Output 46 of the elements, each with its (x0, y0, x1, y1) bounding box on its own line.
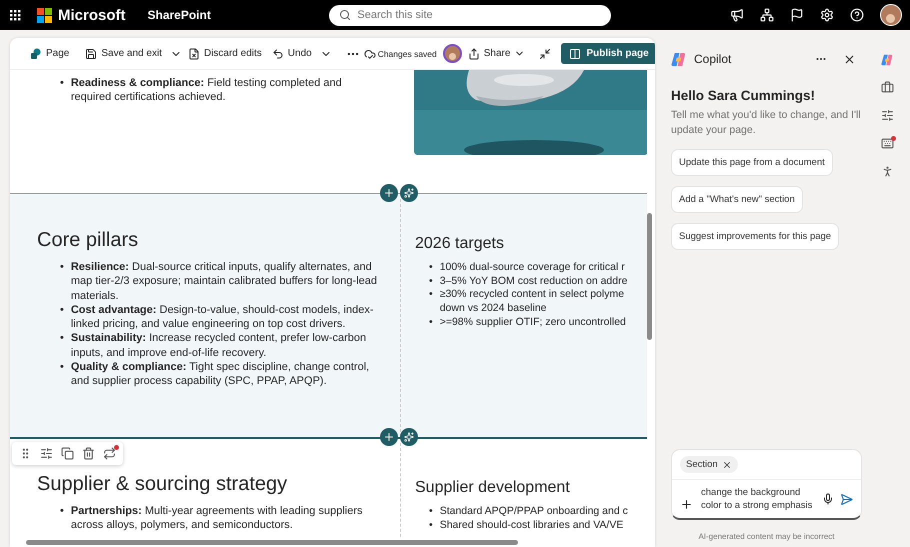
bullet-marker: • (429, 261, 433, 275)
bullet-marker: • (60, 331, 64, 346)
bullet-marker: • (429, 505, 433, 519)
suggestion-button[interactable]: Add a "What's new" section (671, 186, 803, 214)
greeting: Hello Sara Cummings! (671, 88, 816, 103)
bullet-text: Quality & compliance: Tight spec discipline, change control, and supplier process capability (SPC, PPAP, APQP). (70, 360, 370, 389)
panel-title: Copilot (694, 52, 732, 66)
bullet-marker: • (60, 76, 64, 91)
bullet-marker: • (60, 302, 64, 318)
bullet-text: Sustainability: Increase recycled content, prefer low-carbon inputs, and improve end-of-life recovery. (70, 331, 368, 360)
context-chip[interactable]: Section (680, 456, 738, 473)
page-button[interactable]: Page (26, 44, 74, 62)
bullet-text: ≥30% recycled content in select polyme down vs 2024 baseline (440, 288, 624, 316)
bullet-marker: • (60, 260, 64, 275)
save-button[interactable]: Save and exit (81, 44, 166, 62)
bullet-marker: • (429, 274, 433, 288)
share-button[interactable]: Share (464, 44, 530, 62)
search-field[interactable]: Search this site (329, 4, 612, 26)
bullet-marker: • (60, 360, 64, 376)
bullet-text: 100% dual-source coverage for critical r (440, 261, 625, 275)
app-name[interactable]: SharePoint (148, 8, 211, 22)
disclaimer: AI-generated content may be incorrect (697, 531, 836, 543)
bullet-text: Shared should-cost libraries and VA/VE (440, 518, 624, 532)
bullet-text: Resilience: Dual-source critical inputs, qualify alternates, and map tier-2/3 exposure; maintain calibrated buffers for long-lead materials. (70, 260, 378, 303)
bullet-text: Partnerships: Multi-year agreements with leading suppliers across alloys, polymers, and semiconductors. (70, 504, 364, 533)
section-heading: Supplier & sourcing strategy (37, 473, 288, 496)
bullet-text: Readiness & compliance: Field testing completed and required certifications achieved. (70, 76, 343, 105)
bullet-marker: • (429, 316, 433, 330)
section-heading: 2026 targets (415, 235, 505, 253)
suggestion-button[interactable]: Update this page from a document (671, 149, 833, 176)
brand-name: Microsoft (58, 6, 126, 24)
bullet-marker: • (429, 518, 433, 532)
bullet-text: >=98% supplier OTIF; zero uncontrolled (440, 316, 626, 330)
save-status: Changes saved (378, 48, 437, 58)
section-heading: Core pillars (37, 229, 140, 252)
publish-button[interactable]: Publish page (561, 43, 655, 64)
bullet-text: 3–5% YoY BOM cost reduction on addre (440, 274, 628, 288)
bullet-text: Standard APQP/PPAP onboarding and c (440, 505, 628, 519)
suggestion-button[interactable]: Suggest improvements for this page (671, 223, 840, 250)
bullet-marker: • (60, 504, 64, 519)
discard-button[interactable]: Discard edits (184, 44, 266, 62)
bullet-marker: • (429, 288, 433, 302)
bullet-text: Cost advantage: Design-to-value, should-cost models, index-linked pricing, and value engineering on top cost drivers. (70, 302, 374, 332)
intro-text: Tell me what you'd like to change, and I'll update your page. (671, 108, 862, 138)
section-heading: Supplier development (415, 479, 571, 497)
undo-button[interactable]: Undo (268, 44, 316, 62)
